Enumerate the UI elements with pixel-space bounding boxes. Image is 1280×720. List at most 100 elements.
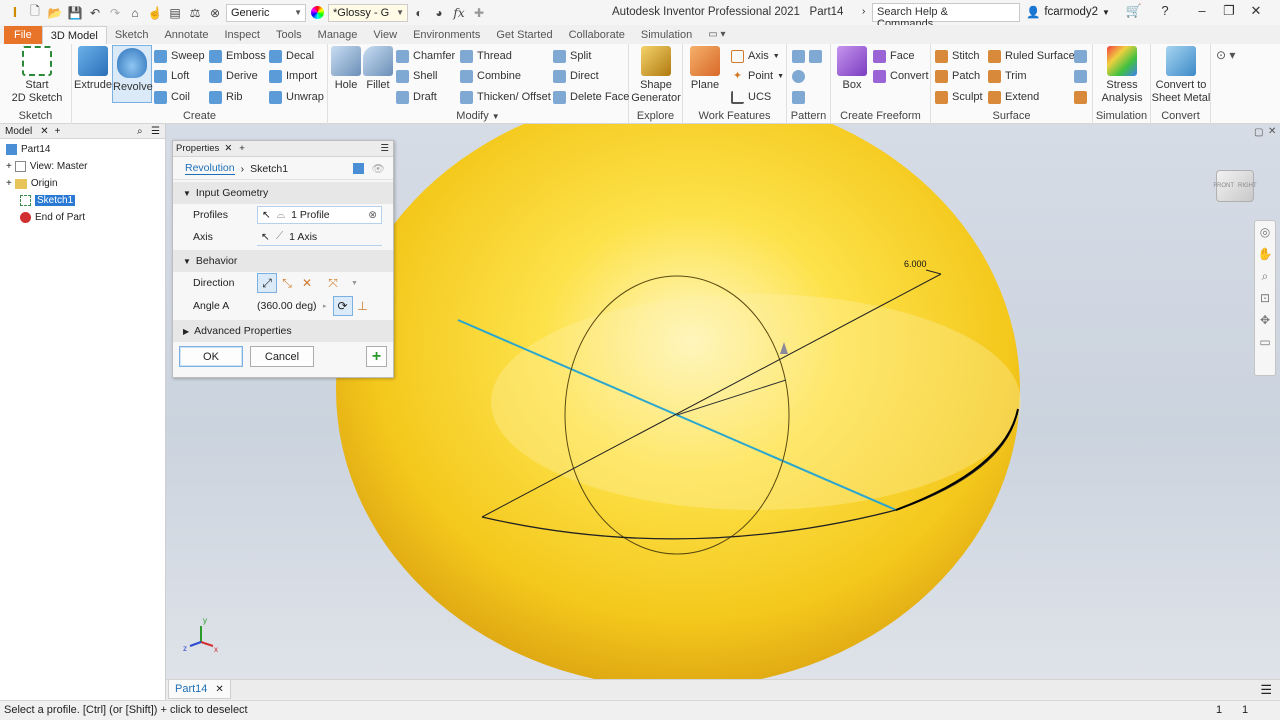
chevron-right-icon[interactable]: ▸ xyxy=(323,302,327,310)
sculpt-button[interactable]: Sculpt xyxy=(935,88,983,106)
ucs-button[interactable]: UCS xyxy=(731,88,771,106)
tab-collaborate[interactable]: Collaborate xyxy=(561,26,633,45)
tab-file[interactable]: File xyxy=(4,26,42,45)
tab-sketch[interactable]: Sketch xyxy=(107,26,157,45)
minimize-icon[interactable]: – xyxy=(1192,3,1212,21)
stitch-button[interactable]: Stitch xyxy=(935,47,980,65)
menu-icon[interactable]: ☰ xyxy=(151,126,160,137)
appearance-select[interactable]: *Glossy - G ▼ xyxy=(328,3,408,22)
full-revolution-icon[interactable]: ⟳ xyxy=(332,296,353,316)
material-select[interactable]: Generic ▼ xyxy=(226,3,306,22)
import-button[interactable]: Import xyxy=(269,67,317,85)
rib-button[interactable]: Rib xyxy=(209,88,243,106)
fx-parameters-icon[interactable]: fx xyxy=(450,4,468,22)
browser-node-origin[interactable]: + Origin xyxy=(6,175,58,192)
add-tab-icon[interactable]: + xyxy=(55,126,61,137)
expand-icon[interactable]: + xyxy=(6,161,12,172)
stress-analysis-button[interactable]: Stress Analysis xyxy=(1095,46,1149,105)
ok-button[interactable]: OK xyxy=(179,346,243,367)
tab-environments[interactable]: Environments xyxy=(405,26,488,45)
surface-extra-button-2[interactable] xyxy=(1074,67,1087,85)
axis-button[interactable]: Axis ▼ xyxy=(731,47,780,65)
add-tab-icon[interactable]: + xyxy=(239,143,245,154)
breadcrumb-sketch[interactable]: Sketch1 xyxy=(250,163,288,175)
direction-asymmetric-icon[interactable]: ⤧ xyxy=(323,273,343,293)
home-icon[interactable]: ⌂ xyxy=(126,4,144,22)
redo-icon[interactable]: ↷ xyxy=(106,4,124,22)
rectangular-pattern-button[interactable] xyxy=(792,47,822,65)
sweep-button[interactable]: Sweep xyxy=(154,47,205,65)
pan-icon[interactable]: ✋ xyxy=(1255,243,1275,265)
start-sketch-button[interactable]: Start 2D Sketch xyxy=(6,46,68,105)
panel-title-modify[interactable]: Modify ▼ xyxy=(328,110,628,122)
derive-button[interactable]: Derive xyxy=(209,67,258,85)
profiles-selector[interactable]: ↖ ⌓ 1 Profile ⊗ xyxy=(257,206,382,224)
direction-flipped-icon[interactable]: ⤡ xyxy=(277,273,297,293)
ribbon-options-icon[interactable]: ▭ ▾ xyxy=(700,26,733,45)
viewcube[interactable]: FRONT RIGHT xyxy=(1212,162,1258,206)
shape-generator-button[interactable]: Shape Generator xyxy=(631,46,681,105)
zoom-icon[interactable]: ⌕ xyxy=(1255,265,1275,287)
open-file-icon[interactable]: 📂 xyxy=(46,4,64,22)
axis-selector[interactable]: ↖ ⟋ 1 Axis xyxy=(257,228,382,246)
direct-button[interactable]: Direct xyxy=(553,67,599,85)
menu-icon[interactable]: ☰ xyxy=(380,143,389,154)
browser-tab-model[interactable]: Model xyxy=(5,126,32,137)
shell-button[interactable]: Shell xyxy=(396,67,437,85)
face-button[interactable]: Face xyxy=(873,47,914,65)
section-advanced-properties[interactable]: ▶ Advanced Properties xyxy=(173,320,393,342)
undo-icon[interactable]: ↶ xyxy=(86,4,104,22)
browser-node-sketch1[interactable]: Sketch1 xyxy=(20,192,76,209)
clear-appearance-icon[interactable]: ◕ xyxy=(430,4,448,22)
close-icon[interactable]: ✕ xyxy=(1246,3,1266,21)
cart-icon[interactable]: 🛒 xyxy=(1124,3,1144,21)
look-at-icon[interactable]: ▭ xyxy=(1255,331,1275,353)
thicken-offset-button[interactable]: Thicken/ Offset xyxy=(460,88,551,106)
extend-button[interactable]: Extend xyxy=(988,88,1039,106)
document-menu-icon[interactable]: ☰ xyxy=(1260,682,1272,698)
fillet-button[interactable]: Fillet xyxy=(362,46,394,92)
direction-default-icon[interactable]: ⤢ xyxy=(257,273,277,293)
cancel-button[interactable]: Cancel xyxy=(250,346,314,367)
section-behavior[interactable]: ▼ Behavior xyxy=(173,250,393,272)
box-button[interactable]: Box xyxy=(835,46,869,92)
clear-selection-icon[interactable]: ⊗ xyxy=(368,209,377,221)
maximize-view-icon[interactable]: ▢ xyxy=(1254,127,1263,138)
close-view-icon[interactable]: ✕ xyxy=(1268,126,1276,137)
convert-sheet-metal-button[interactable]: Convert to Sheet Metal xyxy=(1151,46,1211,105)
close-icon[interactable]: ✕ xyxy=(224,143,232,154)
search-icon[interactable]: ⌕ xyxy=(137,126,143,137)
browser-node-part[interactable]: Part14 xyxy=(6,141,50,158)
apply-plus-button[interactable]: + xyxy=(366,346,387,367)
new-file-icon[interactable]: 🗋 xyxy=(26,4,44,22)
dimension-text[interactable]: 6.000 xyxy=(904,259,927,269)
emboss-button[interactable]: Emboss xyxy=(209,47,266,65)
tab-inspect[interactable]: Inspect xyxy=(217,26,268,45)
update-icon[interactable]: ▤ xyxy=(166,4,184,22)
tab-3d-model[interactable]: 3D Model xyxy=(41,26,107,45)
split-button[interactable]: Split xyxy=(553,47,591,65)
sketch-pattern-button[interactable] xyxy=(792,88,805,106)
section-input-geometry[interactable]: ▼ Input Geometry xyxy=(173,182,393,204)
loft-button[interactable]: Loft xyxy=(154,67,189,85)
expand-icon[interactable]: + xyxy=(6,178,12,189)
color-wheel-icon[interactable] xyxy=(308,4,326,22)
chevron-down-icon[interactable]: ▼ xyxy=(351,280,358,287)
steering-wheel-icon[interactable]: ◎ xyxy=(1255,221,1275,243)
combine-button[interactable]: Combine xyxy=(460,67,521,85)
restore-icon[interactable]: ❐ xyxy=(1219,3,1239,21)
chamfer-button[interactable]: Chamfer xyxy=(396,47,455,65)
hole-button[interactable]: Hole xyxy=(330,46,362,92)
delete-face-button[interactable]: Delete Face xyxy=(553,88,629,106)
extrude-button[interactable]: Extrude xyxy=(74,46,112,92)
tab-simulation[interactable]: Simulation xyxy=(633,26,700,45)
point-button[interactable]: ✦ Point ▼ xyxy=(731,67,784,85)
close-icon[interactable]: ✕ xyxy=(215,684,223,695)
orbit-icon[interactable]: ✥ xyxy=(1255,309,1275,331)
revolve-button[interactable]: Revolve xyxy=(112,45,153,103)
browser-node-view[interactable]: + View: Master xyxy=(6,158,87,175)
unwrap-button[interactable]: Unwrap xyxy=(269,88,324,106)
trim-button[interactable]: Trim xyxy=(988,67,1027,85)
circular-pattern-button[interactable] xyxy=(792,67,805,85)
to-face-icon[interactable]: ⊥ xyxy=(353,296,373,316)
